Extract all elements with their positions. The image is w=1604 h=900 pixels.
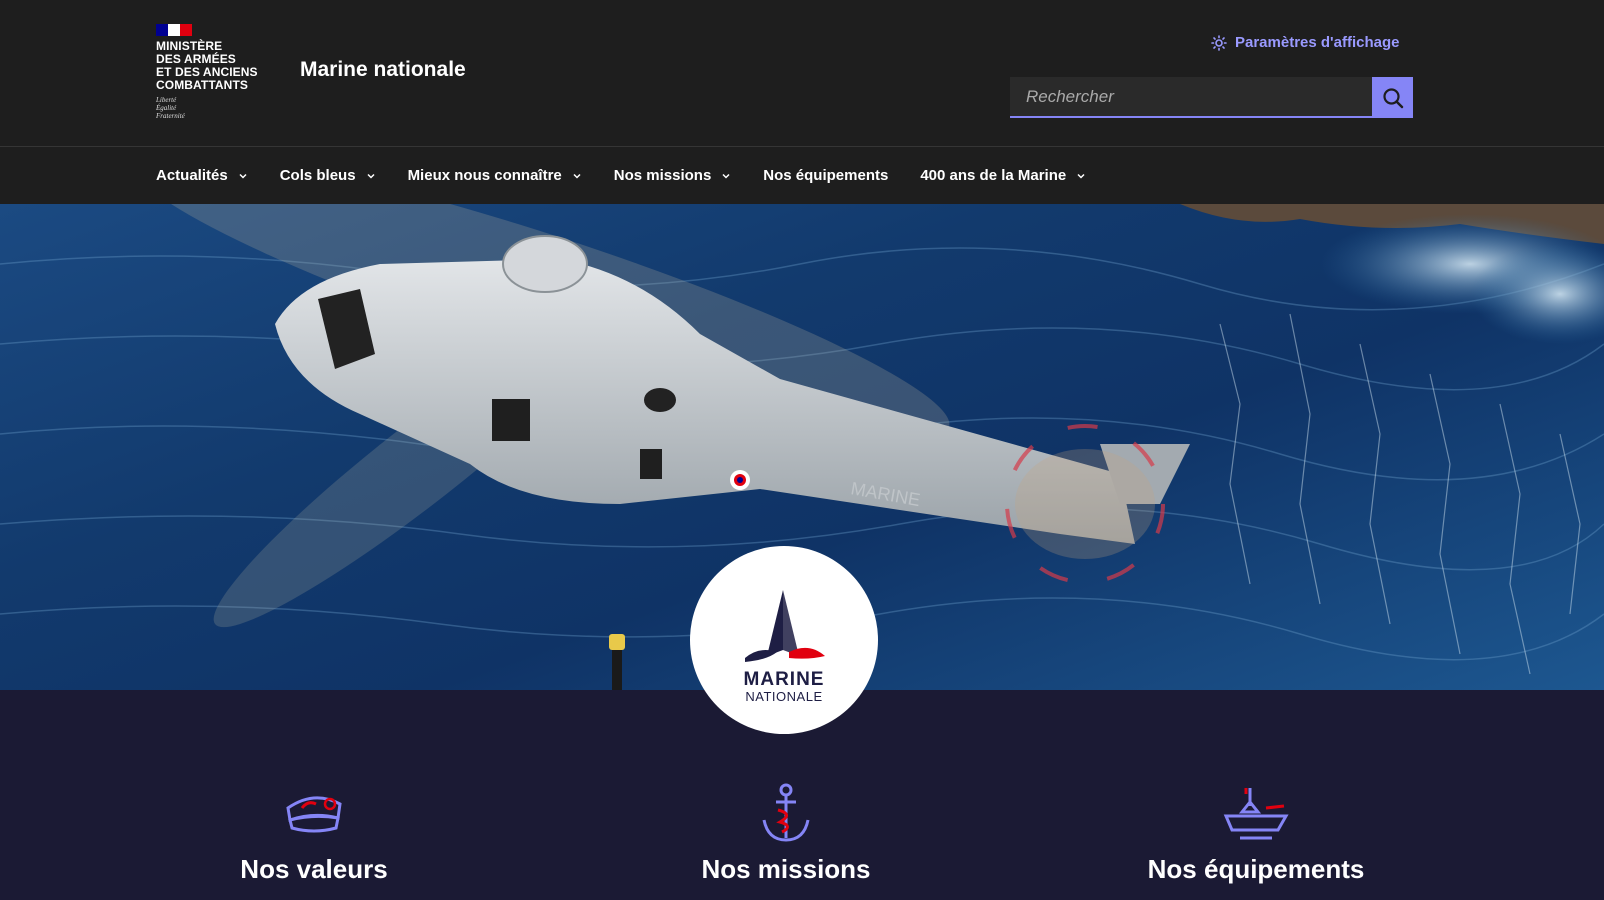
search-input[interactable] xyxy=(1010,77,1372,118)
feature-title: Nos valeurs xyxy=(240,854,388,884)
feature-nos-equipements[interactable]: Nos équipements xyxy=(1106,782,1406,885)
sun-icon xyxy=(1211,34,1227,51)
feature-nos-missions[interactable]: Nos missions xyxy=(636,782,936,885)
anchor-icon xyxy=(762,783,810,842)
nav-item-400-ans[interactable]: 400 ans de la Marine xyxy=(920,167,1086,184)
ministry-name: Ministère des armées et des anciens comb… xyxy=(156,39,258,92)
nav-item-label: Actualités xyxy=(156,167,228,184)
chevron-down-icon xyxy=(722,173,730,179)
sail-logo-icon xyxy=(745,590,825,662)
main-navigation: Actualités Cols bleus Mieux nous connaît… xyxy=(0,146,1604,204)
nav-item-mieux-nous-connaitre[interactable]: Mieux nous connaître xyxy=(408,167,582,184)
search-icon xyxy=(1382,87,1403,108)
warship-icon xyxy=(1223,788,1289,840)
republic-motto: Liberté Égalité Fraternité xyxy=(156,96,185,120)
government-logo[interactable]: Ministère des armées et des anciens comb… xyxy=(156,24,276,124)
display-settings-button[interactable]: Paramètres d'affichage xyxy=(1211,34,1399,51)
nav-item-cols-bleus[interactable]: Cols bleus xyxy=(280,167,376,184)
nav-item-actualites[interactable]: Actualités xyxy=(156,167,248,184)
feature-title: Nos missions xyxy=(701,854,871,884)
nav-item-nos-missions[interactable]: Nos missions xyxy=(614,167,732,184)
logo-text-marine: MARINE xyxy=(743,669,825,690)
nav-item-label: Nos missions xyxy=(613,167,712,184)
chevron-down-icon xyxy=(573,173,581,179)
site-title[interactable]: Marine nationale xyxy=(300,58,466,82)
display-settings-label: Paramètres d'affichage xyxy=(1235,34,1400,51)
nav-item-label: Nos équipements xyxy=(763,167,889,184)
site-header: Ministère des armées et des anciens comb… xyxy=(0,0,1604,146)
sailor-cap-icon xyxy=(286,796,342,833)
logo-text-nationale: NATIONALE xyxy=(745,689,823,704)
search-button[interactable] xyxy=(1372,77,1413,118)
feature-title: Nos équipements xyxy=(1147,854,1365,884)
nav-item-label: Cols bleus xyxy=(279,167,356,184)
nav-item-nos-equipements[interactable]: Nos équipements xyxy=(763,167,888,184)
feature-nos-valeurs[interactable]: Nos valeurs xyxy=(164,782,464,885)
nav-item-label: 400 ans de la Marine xyxy=(920,167,1067,184)
chevron-down-icon xyxy=(367,173,375,179)
nav-item-label: Mieux nous connaître xyxy=(407,167,562,184)
marine-nationale-logo: MARINE NATIONALE xyxy=(690,546,878,734)
chevron-down-icon xyxy=(239,173,247,179)
french-flag-icon xyxy=(156,24,192,36)
search-bar xyxy=(1010,77,1413,118)
chevron-down-icon xyxy=(1077,173,1085,179)
